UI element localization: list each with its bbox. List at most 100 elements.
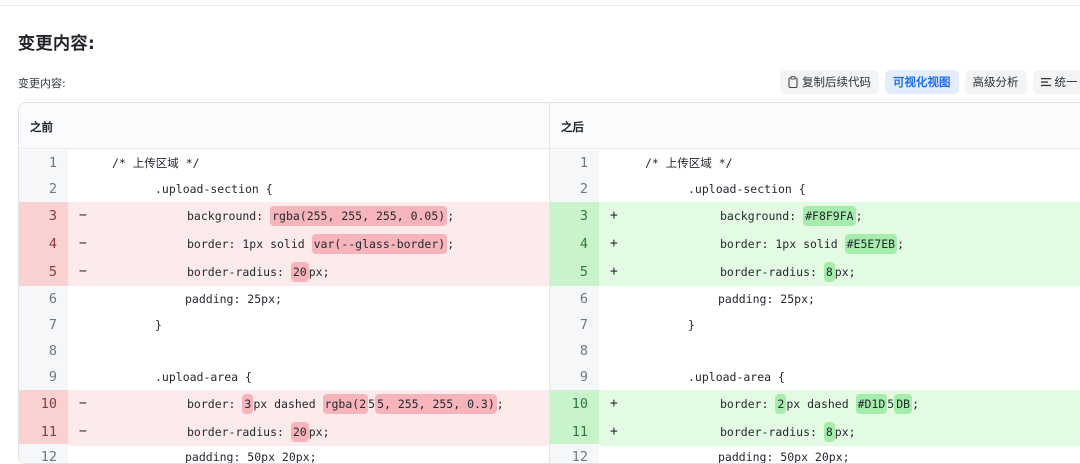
added-marker: + [610, 230, 618, 258]
code-text: } [155, 312, 162, 338]
code-token: border: 1px solid [187, 237, 312, 251]
code-token: px; [835, 425, 856, 439]
before-code-line: 2.upload-section { [19, 176, 549, 202]
removed-marker: − [79, 418, 87, 446]
changed-token: 20 [291, 422, 309, 442]
diff-toolbar: 复制后续代码 可视化视图 高级分析 统一 [780, 70, 1080, 94]
unified-view-label: 统一 [1055, 74, 1078, 90]
copy-after-code-label: 复制后续代码 [802, 74, 871, 90]
unified-view-button[interactable]: 统一 [1033, 70, 1080, 94]
changed-token: 20 [291, 262, 309, 282]
before-code-line: 11−border-radius: 20px; [19, 418, 549, 446]
copy-after-code-button[interactable]: 复制后续代码 [780, 70, 879, 94]
code-token: .upload-section { [155, 182, 273, 196]
added-marker: + [610, 390, 618, 418]
code-token: px dashed [786, 397, 855, 411]
changed-token: rgba(2 [323, 394, 369, 414]
visual-view-button[interactable]: 可视化视图 [885, 70, 959, 94]
changed-token: #F8F9FA [803, 206, 855, 226]
line-number: 9 [550, 364, 599, 390]
code-token: ; [497, 397, 504, 411]
code-token: .upload-area { [155, 370, 252, 384]
changed-token: #E5E7EB [845, 234, 897, 254]
code-token: /* 上传区域 */ [112, 156, 200, 170]
line-number: 3 [550, 202, 599, 230]
after-code-line: 9 .upload-area { [550, 364, 1080, 390]
advanced-analysis-label: 高级分析 [973, 74, 1019, 90]
removed-marker: − [79, 258, 87, 286]
code-text: /* 上传区域 */ [112, 150, 200, 176]
code-text: .upload-area { [688, 364, 785, 390]
added-marker: + [610, 418, 618, 446]
removed-marker: − [79, 390, 87, 418]
code-text: border: 3px dashed rgba(255, 255, 255, 0… [187, 390, 504, 418]
code-token: border: 1px solid [720, 237, 845, 251]
added-marker: + [610, 202, 618, 230]
section-label: 变更内容: [18, 75, 66, 91]
line-number: 5 [550, 258, 599, 286]
before-code-line: 3− background: rgba(255, 255, 255, 0.05); [19, 202, 549, 230]
code-text: background: #F8F9FA; [720, 202, 863, 230]
after-code-line: 2.upload-section { [550, 176, 1080, 202]
code-token: px dashed [253, 397, 322, 411]
line-number: 4 [550, 230, 599, 258]
after-code-line: 5+border-radius: 8px; [550, 258, 1080, 286]
line-number: 7 [550, 312, 599, 338]
changed-token: 5, 255, 255, 0.3) [375, 394, 497, 414]
before-code-line: 8 [19, 338, 549, 364]
code-text: border-radius: 20px; [187, 258, 330, 286]
code-text: padding: 25px; [718, 286, 815, 312]
line-number: 5 [19, 258, 68, 286]
code-token: ; [447, 209, 454, 223]
before-code-line: 5− border-radius: 20px; [19, 258, 549, 286]
clipboard-icon [788, 76, 798, 88]
before-code-line: 6 padding: 25px; [19, 286, 549, 312]
changed-token: #D1D [856, 394, 888, 414]
before-code-line: 9.upload-area { [19, 364, 549, 390]
line-number: 7 [19, 312, 68, 338]
after-code-line: 10+border: 2px dashed #D1D5DB; [550, 390, 1080, 418]
code-token: ; [897, 237, 904, 251]
after-code-line: 8 [550, 338, 1080, 364]
code-text: padding: 25px; [185, 286, 282, 312]
code-text: border: 1px solid var(--glass-border); [187, 230, 454, 258]
code-text: .upload-section { [688, 176, 806, 202]
code-text: border: 1px solid #E5E7EB; [720, 230, 904, 258]
code-text: padding: 50px 20px; [718, 444, 850, 464]
line-number: 6 [550, 286, 599, 312]
line-number: 3 [19, 202, 68, 230]
code-text: padding: 50px 20px; [185, 444, 317, 464]
before-code-line: 4−border: 1px solid var(--glass-border); [19, 230, 549, 258]
code-text: border-radius: 8px; [720, 258, 856, 286]
code-token: border-radius: [720, 425, 824, 439]
code-token: } [155, 318, 162, 332]
line-number: 10 [19, 390, 68, 418]
code-token: border: [720, 397, 775, 411]
before-code-line: 7} [19, 312, 549, 338]
code-token: px; [835, 265, 856, 279]
after-code-line: 4 + border: 1px solid #E5E7EB; [550, 230, 1080, 258]
code-token: ; [912, 397, 919, 411]
after-code-line: 7} [550, 312, 1080, 338]
code-text: .upload-area { [155, 364, 252, 390]
code-token: ; [856, 209, 863, 223]
code-token: border: [187, 397, 242, 411]
removed-marker: − [79, 202, 87, 230]
advanced-analysis-button[interactable]: 高级分析 [965, 70, 1027, 94]
changed-token: rgba(255, 255, 255, 0.05) [270, 206, 447, 226]
changed-token: 2 [775, 394, 786, 414]
line-number: 11 [550, 418, 599, 446]
line-number: 12 [550, 444, 599, 464]
code-token: padding: 50px 20px; [718, 450, 850, 464]
changed-token: var(--glass-border) [312, 234, 448, 254]
before-code-line: 10− border: 3px dashed rgba(255, 255, 255… [19, 390, 549, 418]
after-pane: 之后 1/* 上传区域 */2.upload-section {3+backgr… [549, 103, 1080, 463]
line-number: 1 [550, 150, 599, 176]
code-token: px; [309, 265, 330, 279]
line-number: 6 [19, 286, 68, 312]
code-text: background: rgba(255, 255, 255, 0.05); [187, 202, 454, 230]
code-text: border-radius: 20px; [187, 418, 330, 446]
code-token: background: [187, 209, 270, 223]
changed-token: DB [894, 394, 912, 414]
before-code-line: 1/* 上传区域 */ [19, 150, 549, 176]
